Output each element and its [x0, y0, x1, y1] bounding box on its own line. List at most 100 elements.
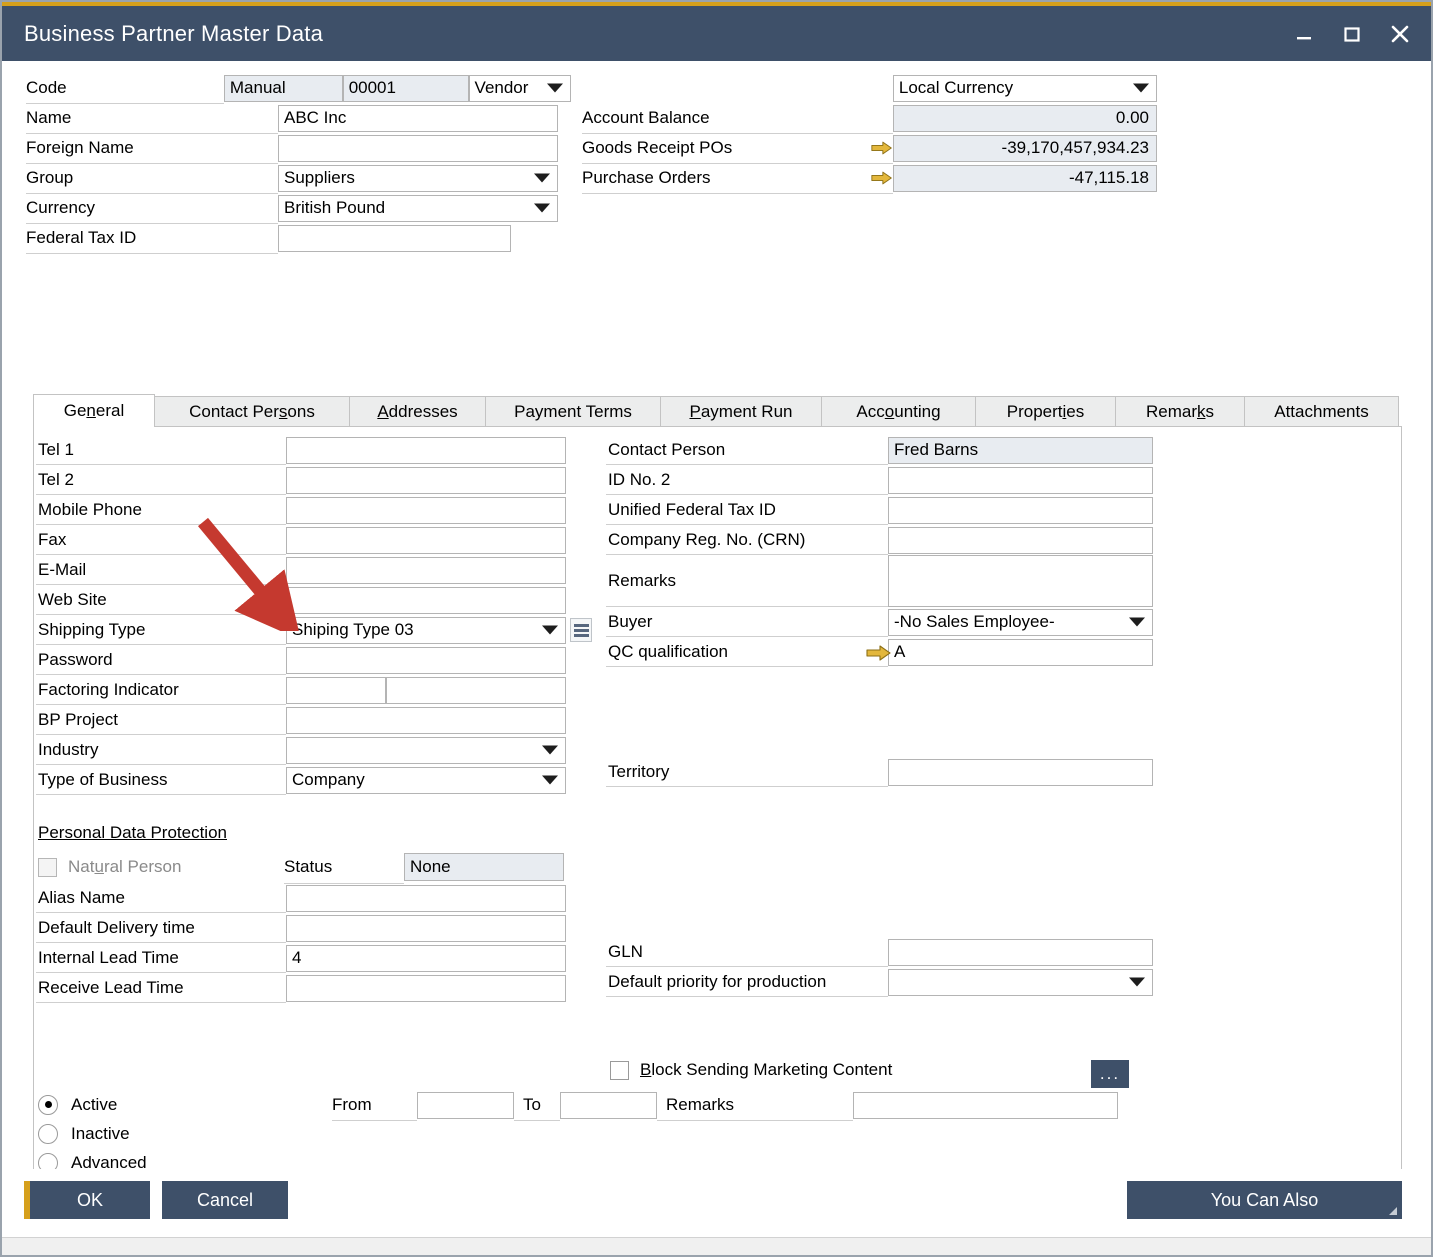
radio-inactive[interactable]: Inactive	[38, 1119, 368, 1148]
id-no-2-field[interactable]	[888, 467, 1153, 494]
inactive-remarks-field[interactable]	[853, 1092, 1118, 1119]
cancel-button[interactable]: Cancel	[162, 1181, 288, 1219]
buyer-label: Buyer	[606, 607, 888, 637]
type-of-business-value: Company	[292, 770, 365, 790]
territory-field[interactable]	[888, 759, 1153, 786]
purchase-orders-value: -47,115.18	[893, 165, 1157, 192]
internal-lead-time-field[interactable]: 4	[286, 945, 566, 972]
default-delivery-time-field[interactable]	[286, 915, 566, 942]
contact-person-field[interactable]: Fred Barns	[888, 437, 1153, 464]
gln-field[interactable]	[888, 939, 1153, 966]
goods-receipt-pos-link-arrow[interactable]	[871, 133, 893, 164]
tab-properties[interactable]: Properties	[975, 396, 1116, 427]
code-number-field[interactable]: 00001	[343, 75, 469, 102]
receive-lead-time-field[interactable]	[286, 975, 566, 1002]
local-currency-dropdown[interactable]: Local Currency	[893, 75, 1157, 102]
shipping-type-list-button[interactable]	[570, 618, 592, 642]
tab-payment-run-label: Payment Run	[689, 402, 792, 422]
bp-project-label: BP Project	[36, 705, 286, 735]
code-method-field[interactable]: Manual	[224, 75, 343, 102]
close-button[interactable]	[1379, 15, 1421, 53]
card-type-dropdown[interactable]: Vendor	[469, 75, 571, 102]
federal-tax-id-field[interactable]	[278, 225, 511, 252]
foreign-name-field[interactable]	[278, 135, 558, 162]
password-row: Password	[36, 645, 596, 675]
radio-active-control[interactable]	[38, 1095, 58, 1115]
header-right-fields: Local Currency Account Balance 0.00 Good…	[582, 73, 1157, 193]
name-field[interactable]: ABC Inc	[278, 105, 558, 132]
default-delivery-time-label: Default Delivery time	[36, 913, 286, 943]
id-no-2-label: ID No. 2	[606, 465, 888, 495]
tab-properties-label: Properties	[1007, 402, 1085, 422]
minimize-button[interactable]	[1283, 15, 1325, 53]
status-bar	[2, 1237, 1431, 1255]
shipping-type-row: Shipping Type Shiping Type 03	[36, 615, 596, 645]
factoring-indicator-code-field[interactable]	[286, 677, 386, 704]
shipping-type-dropdown[interactable]: Shiping Type 03	[286, 617, 566, 644]
factoring-indicator-desc-field[interactable]	[386, 677, 566, 704]
block-marketing-ellipsis-button[interactable]: ...	[1091, 1060, 1129, 1088]
tab-remarks-label: Remarks	[1146, 402, 1214, 422]
unified-federal-tax-id-field[interactable]	[888, 497, 1153, 524]
qc-qualification-field[interactable]: A	[888, 639, 1153, 666]
local-currency-value: Local Currency	[899, 78, 1013, 98]
remarks-textarea[interactable]	[888, 555, 1153, 607]
radio-inactive-control[interactable]	[38, 1124, 58, 1144]
tel2-field[interactable]	[286, 467, 566, 494]
web-site-field[interactable]	[286, 587, 566, 614]
company-reg-no-row: Company Reg. No. (CRN)	[606, 525, 1166, 555]
you-can-also-label: You Can Also	[1211, 1190, 1318, 1211]
to-date-field[interactable]	[560, 1092, 657, 1119]
purchase-orders-link-arrow[interactable]	[871, 163, 893, 194]
tel1-field[interactable]	[286, 437, 566, 464]
inactive-date-range-row: From To Remarks	[332, 1090, 1118, 1121]
block-marketing-checkbox[interactable]	[610, 1061, 629, 1080]
default-priority-dropdown[interactable]	[888, 969, 1153, 996]
general-right-column: Contact Person Fred Barns ID No. 2 Unifi…	[606, 435, 1166, 997]
tel2-label: Tel 2	[36, 465, 286, 495]
alias-name-field[interactable]	[286, 885, 566, 912]
email-field[interactable]	[286, 557, 566, 584]
tab-payment-run[interactable]: Payment Run	[660, 396, 822, 427]
you-can-also-button[interactable]: You Can Also	[1127, 1181, 1402, 1219]
tab-remarks[interactable]: Remarks	[1115, 396, 1245, 427]
tab-accounting[interactable]: Accounting	[821, 396, 976, 427]
maximize-button[interactable]	[1331, 15, 1373, 53]
email-label: E-Mail	[36, 555, 286, 585]
password-label: Password	[36, 645, 286, 675]
group-dropdown[interactable]: Suppliers	[278, 165, 558, 192]
natural-person-checkbox[interactable]	[38, 858, 57, 877]
block-marketing-label: Block Sending Marketing Content	[640, 1060, 892, 1080]
currency-dropdown[interactable]: British Pound	[278, 195, 558, 222]
chevron-down-icon	[1133, 84, 1149, 93]
default-priority-label: Default priority for production	[606, 967, 888, 997]
window-title: Business Partner Master Data	[24, 21, 1283, 47]
bp-project-field[interactable]	[286, 707, 566, 734]
qc-qualification-row: QC qualification A	[606, 637, 1166, 667]
ok-button[interactable]: OK	[24, 1181, 150, 1219]
tab-addresses[interactable]: Addresses	[349, 396, 486, 427]
radio-active[interactable]: Active	[38, 1090, 368, 1119]
gold-arrow-icon[interactable]	[866, 644, 892, 662]
tab-general[interactable]: General	[33, 394, 155, 427]
tab-attachments[interactable]: Attachments	[1244, 396, 1399, 427]
company-reg-no-field[interactable]	[888, 527, 1153, 554]
list-icon-bar	[574, 629, 589, 632]
shipping-type-label: Shipping Type	[36, 615, 286, 645]
fax-field[interactable]	[286, 527, 566, 554]
dialog-footer: OK Cancel You Can Also	[2, 1169, 1431, 1255]
buyer-dropdown[interactable]: -No Sales Employee-	[888, 609, 1153, 636]
from-date-field[interactable]	[417, 1092, 514, 1119]
chevron-down-icon	[1129, 978, 1145, 987]
group-value: Suppliers	[284, 168, 355, 188]
industry-dropdown[interactable]	[286, 737, 566, 764]
personal-data-protection-title: Personal Data Protection	[36, 823, 596, 851]
tab-contact-persons[interactable]: Contact Persons	[154, 396, 350, 427]
type-of-business-dropdown[interactable]: Company	[286, 767, 566, 794]
tab-payment-terms[interactable]: Payment Terms	[485, 396, 661, 427]
tel2-row: Tel 2	[36, 465, 596, 495]
block-marketing-row: Block Sending Marketing Content	[610, 1060, 892, 1080]
mobile-phone-field[interactable]	[286, 497, 566, 524]
fax-label: Fax	[36, 525, 286, 555]
password-field[interactable]	[286, 647, 566, 674]
